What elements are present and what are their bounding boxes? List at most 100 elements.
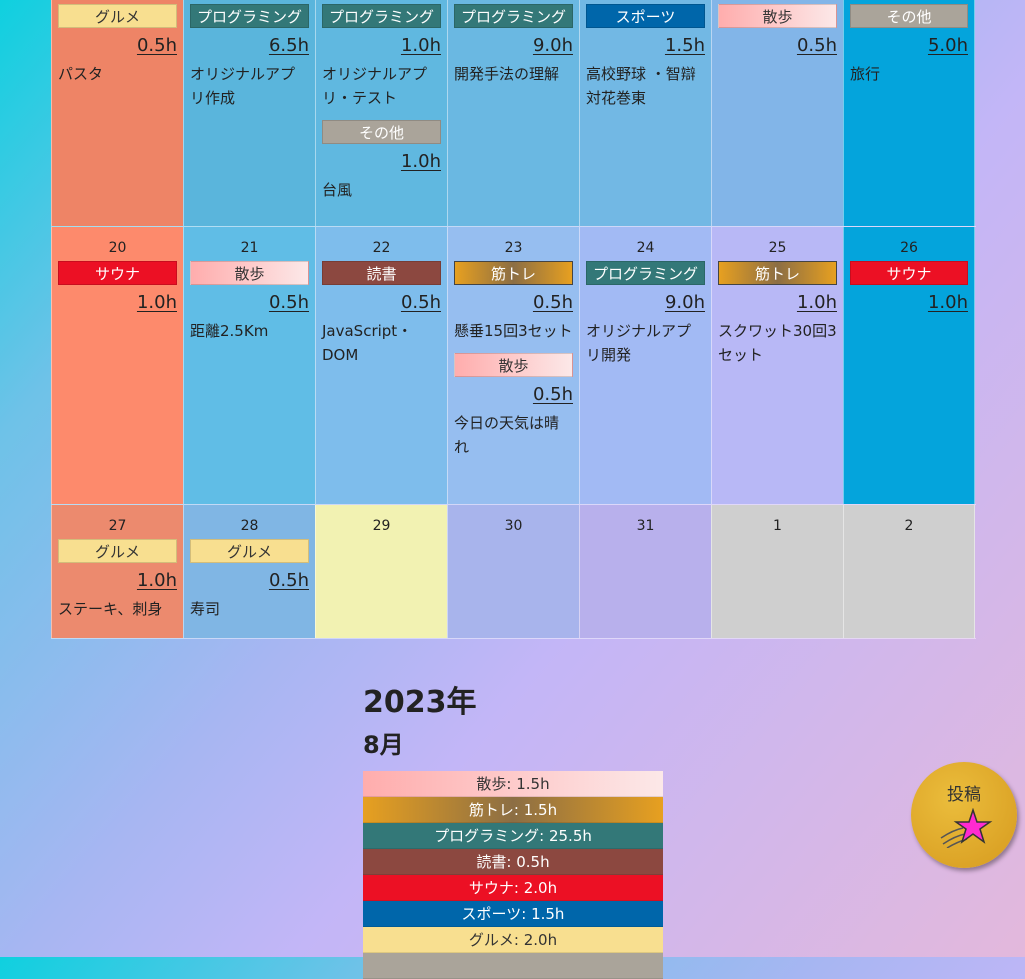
day-number: 2 — [904, 518, 914, 534]
activity-memo: オリジナルアプリ作成 — [190, 65, 296, 107]
activity-hours[interactable]: 6.5h — [190, 32, 309, 60]
summary-category: 散歩 — [476, 775, 507, 793]
calendar-day[interactable]: 21 散歩 0.5h 距離2.5Km — [183, 227, 315, 504]
activity-hours[interactable]: 1.0h — [58, 567, 177, 595]
category-tag[interactable]: スポーツ — [586, 4, 705, 28]
activity-memo: 高校野球 ・智辯対花巻東 — [586, 65, 696, 107]
activity-entry: サウナ 1.0h — [58, 261, 177, 343]
activity-entry: プログラミング 6.5h オリジナルアプリ作成 — [190, 4, 309, 110]
activity-memo: 懸垂15回3セット — [454, 322, 573, 340]
summary-list: 散歩: 1.5h 筋トレ: 1.5h プログラミング: 25.5h 読書: 0.5h サ… — [363, 771, 663, 979]
summary-hours: : 1.5h — [513, 801, 558, 819]
calendar-day[interactable]: その他 5.0h 旅行 — [843, 0, 975, 226]
category-tag[interactable]: プログラミング — [190, 4, 309, 28]
activity-hours[interactable]: 0.5h — [58, 32, 177, 60]
activity-hours[interactable]: 1.0h — [322, 32, 441, 60]
summary-month: 8月 — [363, 731, 404, 759]
activity-hours[interactable]: 0.5h — [190, 567, 309, 595]
category-tag[interactable]: グルメ — [190, 539, 309, 563]
activity-hours[interactable]: 1.0h — [850, 289, 968, 317]
activity-memo — [58, 319, 177, 343]
activity-hours[interactable]: 1.0h — [322, 148, 441, 176]
calendar-day[interactable]: プログラミング 9.0h 開発手法の理解 — [447, 0, 579, 226]
category-tag[interactable]: 筋トレ — [454, 261, 573, 285]
summary-year: 2023年 — [363, 685, 477, 720]
summary-hours: : 2.0h — [513, 879, 558, 897]
calendar-day[interactable]: 2 — [843, 505, 975, 638]
activity-memo: ステーキ、刺身 — [58, 600, 163, 618]
calendar-day[interactable]: 26 サウナ 1.0h — [843, 227, 975, 504]
shooting-star-icon — [940, 808, 993, 848]
calendar-day[interactable]: 23 筋トレ 0.5h 懸垂15回3セット 散歩 0.5h 今日の天気は晴れ — [447, 227, 579, 504]
category-tag[interactable]: サウナ — [850, 261, 968, 285]
calendar-day[interactable]: 30 — [447, 505, 579, 638]
category-tag[interactable]: プログラミング — [322, 4, 441, 28]
activity-hours[interactable]: 0.5h — [190, 289, 309, 317]
activity-entry: 散歩 0.5h — [718, 4, 837, 86]
activity-entry: グルメ 1.0h ステーキ、刺身 — [58, 539, 177, 621]
calendar-day[interactable]: 31 — [579, 505, 711, 638]
category-tag[interactable]: 散歩 — [718, 4, 837, 28]
calendar-day[interactable]: 20 サウナ 1.0h — [51, 227, 183, 504]
category-tag[interactable]: グルメ — [58, 539, 177, 563]
category-tag[interactable]: グルメ — [58, 4, 177, 28]
calendar-day[interactable]: 24 プログラミング 9.0h オリジナルアプリ開発 — [579, 227, 711, 504]
category-tag[interactable]: 筋トレ — [718, 261, 837, 285]
category-tag[interactable]: その他 — [322, 120, 441, 144]
category-tag[interactable]: その他 — [850, 4, 968, 28]
category-tag[interactable]: プログラミング — [454, 4, 573, 28]
category-tag[interactable]: 読書 — [322, 261, 441, 285]
activity-hours[interactable]: 1.0h — [718, 289, 837, 317]
calendar-day[interactable]: 散歩 0.5h — [711, 0, 843, 226]
activity-entry: サウナ 1.0h — [850, 261, 968, 343]
activity-hours[interactable]: 0.5h — [718, 32, 837, 60]
category-tag[interactable]: サウナ — [58, 261, 177, 285]
day-number: 20 — [108, 240, 127, 256]
day-number: 1 — [773, 518, 782, 534]
activity-entry: 読書 0.5h JavaScript・DOM — [322, 261, 441, 367]
summary-hours: : 0.5h — [506, 853, 550, 871]
calendar-day[interactable]: 1 — [711, 505, 843, 638]
calendar-day[interactable]: プログラミング 6.5h オリジナルアプリ作成 — [183, 0, 315, 226]
activity-hours[interactable]: 0.5h — [454, 381, 573, 409]
calendar-day[interactable]: プログラミング 1.0h オリジナルアプリ・テスト その他 1.0h 台風 — [315, 0, 447, 226]
calendar-day[interactable]: 22 読書 0.5h JavaScript・DOM — [315, 227, 447, 504]
activity-entry: その他 5.0h 旅行 — [850, 4, 968, 86]
activity-hours[interactable]: 9.0h — [454, 32, 573, 60]
day-number: 31 — [636, 518, 655, 534]
summary-hours: : 2.0h — [513, 931, 558, 949]
summary-category: グルメ — [468, 931, 514, 949]
calendar-day[interactable]: 29 — [315, 505, 447, 638]
activity-hours[interactable]: 1.0h — [58, 289, 177, 317]
calendar-week: グルメ 0.5h パスタ プログラミング 6.5h オリジナルアプリ作成 プログラミング 1.… — [51, 0, 976, 227]
summary-hours: : 25.5h — [539, 827, 592, 845]
calendar-day[interactable]: スポーツ 1.5h 高校野球 ・智辯対花巻東 — [579, 0, 711, 226]
day-number: 26 — [900, 240, 918, 256]
activity-memo: 旅行 — [850, 65, 881, 83]
day-number: 27 — [108, 518, 127, 534]
activity-entry: スポーツ 1.5h 高校野球 ・智辯対花巻東 — [586, 4, 705, 110]
summary-row: プログラミング: 25.5h — [363, 823, 663, 849]
category-tag[interactable]: 散歩 — [454, 353, 573, 377]
summary-row: スポーツ: 1.5h — [363, 901, 663, 927]
activity-memo: 開発手法の理解 — [454, 65, 560, 83]
day-number: 28 — [240, 518, 259, 534]
activity-hours[interactable]: 1.5h — [586, 32, 705, 60]
calendar-day[interactable]: 25 筋トレ 1.0h スクワット30回3セット — [711, 227, 843, 504]
activity-entry: グルメ 0.5h パスタ — [58, 4, 177, 86]
calendar-day[interactable]: 27 グルメ 1.0h ステーキ、刺身 — [51, 505, 183, 638]
calendar-day[interactable]: グルメ 0.5h パスタ — [51, 0, 183, 226]
post-button[interactable]: 投稿 — [911, 762, 1017, 868]
activity-hours[interactable]: 0.5h — [322, 289, 441, 317]
activity-hours[interactable]: 0.5h — [454, 289, 573, 317]
calendar-week: 27 グルメ 1.0h ステーキ、刺身 28 グルメ 0.5h 寿司 29 30 31 1 2 — [51, 505, 976, 639]
category-tag[interactable]: プログラミング — [586, 261, 705, 285]
summary-category: プログラミング — [434, 827, 540, 845]
activity-hours[interactable]: 9.0h — [586, 289, 705, 317]
category-tag[interactable]: 散歩 — [190, 261, 309, 285]
activity-hours[interactable]: 5.0h — [850, 32, 968, 60]
day-number: 24 — [636, 240, 655, 256]
post-button-label: 投稿 — [947, 785, 981, 805]
calendar-day[interactable]: 28 グルメ 0.5h 寿司 — [183, 505, 315, 638]
summary-hours: : 1.5h — [506, 775, 550, 793]
